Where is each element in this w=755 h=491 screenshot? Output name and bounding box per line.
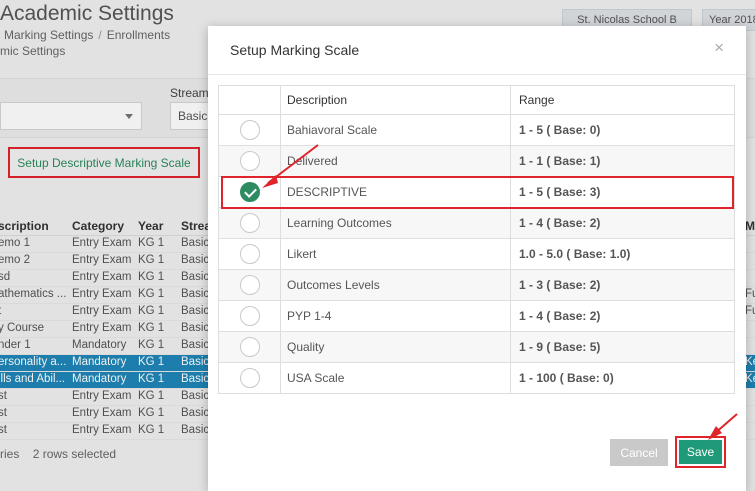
- scale-range: 1 - 9 ( Base: 5): [510, 331, 735, 363]
- scale-description: Bahiavoral Scale: [280, 114, 511, 146]
- list-item[interactable]: Outcomes Levels 1 - 3 ( Base: 2): [218, 269, 735, 301]
- radio-button[interactable]: [239, 306, 260, 326]
- modal-title: Setup Marking Scale: [230, 42, 360, 58]
- radio-button[interactable]: [239, 368, 260, 388]
- scale-description: Delivered: [280, 145, 511, 177]
- scale-description: Outcomes Levels: [280, 269, 511, 301]
- radio-cell: [218, 114, 281, 146]
- list-item[interactable]: Learning Outcomes 1 - 4 ( Base: 2): [218, 207, 735, 239]
- radio-cell: [218, 269, 281, 301]
- header-select: [218, 85, 281, 115]
- radio-cell: [218, 176, 281, 208]
- radio-cell: [218, 362, 281, 394]
- scale-range: 1 - 100 ( Base: 0): [510, 362, 735, 394]
- cancel-button[interactable]: Cancel: [610, 439, 668, 466]
- radio-cell: [218, 331, 281, 363]
- list-item[interactable]: PYP 1-4 1 - 4 ( Base: 2): [218, 300, 735, 332]
- marking-scale-table: Description Range Bahiavoral Scale 1 - 5 …: [218, 85, 735, 394]
- list-item[interactable]: Delivered 1 - 1 ( Base: 1): [218, 145, 735, 177]
- setup-marking-scale-modal: Setup Marking Scale × Description Range …: [208, 26, 746, 491]
- scale-description: DESCRIPTIVE: [280, 176, 511, 208]
- save-button-highlight: Save: [675, 436, 726, 468]
- radio-button[interactable]: [239, 213, 260, 233]
- marking-scale-rows: Bahiavoral Scale 1 - 5 ( Base: 0) Delivere…: [218, 114, 735, 394]
- scale-range: 1 - 4 ( Base: 2): [510, 207, 735, 239]
- check-icon[interactable]: [239, 182, 260, 202]
- radio-button[interactable]: [239, 151, 260, 171]
- scale-description: USA Scale: [280, 362, 511, 394]
- scale-range: 1 - 4 ( Base: 2): [510, 300, 735, 332]
- scale-range: 1.0 - 5.0 ( Base: 1.0): [510, 238, 735, 270]
- scale-range: 1 - 1 ( Base: 1): [510, 145, 735, 177]
- radio-button[interactable]: [239, 244, 260, 264]
- list-item[interactable]: Quality 1 - 9 ( Base: 5): [218, 331, 735, 363]
- radio-button[interactable]: [239, 120, 260, 140]
- list-item[interactable]: Bahiavoral Scale 1 - 5 ( Base: 0): [218, 114, 735, 146]
- scale-description: Likert: [280, 238, 511, 270]
- scale-description: Learning Outcomes: [280, 207, 511, 239]
- header-description: Description: [280, 85, 511, 115]
- modal-divider: [208, 74, 746, 75]
- radio-cell: [218, 207, 281, 239]
- close-icon[interactable]: ×: [714, 38, 724, 58]
- list-item[interactable]: DESCRIPTIVE 1 - 5 ( Base: 3): [218, 176, 735, 208]
- scale-description: PYP 1-4: [280, 300, 511, 332]
- scale-range: 1 - 5 ( Base: 0): [510, 114, 735, 146]
- radio-cell: [218, 300, 281, 332]
- list-item[interactable]: USA Scale 1 - 100 ( Base: 0): [218, 362, 735, 394]
- header-range: Range: [510, 85, 735, 115]
- radio-cell: [218, 145, 281, 177]
- radio-button[interactable]: [239, 337, 260, 357]
- save-button[interactable]: Save: [679, 440, 722, 464]
- list-item[interactable]: Likert 1.0 - 5.0 ( Base: 1.0): [218, 238, 735, 270]
- scale-description: Quality: [280, 331, 511, 363]
- table-header-row: Description Range: [218, 85, 735, 115]
- radio-button[interactable]: [239, 275, 260, 295]
- scale-range: 1 - 3 ( Base: 2): [510, 269, 735, 301]
- radio-cell: [218, 238, 281, 270]
- scale-range: 1 - 5 ( Base: 3): [510, 176, 735, 208]
